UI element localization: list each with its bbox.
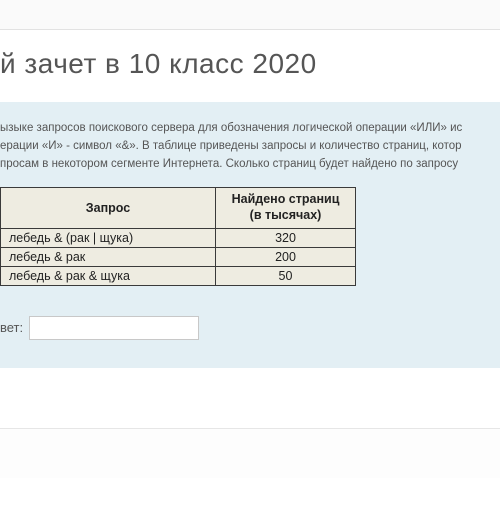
question-line: ызыке запросов поискового сервера для об… (0, 120, 500, 138)
query-table: Запрос Найдено страниц (в тысячах) лебед… (0, 187, 356, 285)
spacer (0, 368, 500, 408)
table-row: лебедь & (рак | щука) 320 (1, 228, 356, 247)
table-row: лебедь & рак & щука 50 (1, 266, 356, 285)
answer-input[interactable] (29, 316, 199, 340)
bottom-card (0, 428, 500, 478)
table-row: лебедь & рак 200 (1, 247, 356, 266)
question-line: просам в некотором сегменте Интернета. С… (0, 156, 500, 174)
cell-query: лебедь & рак & щука (1, 266, 216, 285)
page-title: й зачет в 10 класс 2020 (0, 48, 500, 80)
cell-query: лебедь & рак (1, 247, 216, 266)
cell-query: лебедь & (рак | щука) (1, 228, 216, 247)
header-found: Найдено страниц (в тысячах) (216, 188, 356, 228)
answer-label: вет: (0, 320, 23, 335)
question-text: ызыке запросов поискового сервера для об… (0, 120, 500, 173)
question-line: ерации «И» - символ «&». В таблице приве… (0, 138, 500, 156)
header-query: Запрос (1, 188, 216, 228)
cell-found: 50 (216, 266, 356, 285)
top-toolbar (0, 0, 500, 30)
cell-found: 200 (216, 247, 356, 266)
cell-found: 320 (216, 228, 356, 247)
question-card: ызыке запросов поискового сервера для об… (0, 102, 500, 368)
table-header-row: Запрос Найдено страниц (в тысячах) (1, 188, 356, 228)
answer-row: вет: (0, 316, 500, 340)
title-area: й зачет в 10 класс 2020 (0, 30, 500, 102)
